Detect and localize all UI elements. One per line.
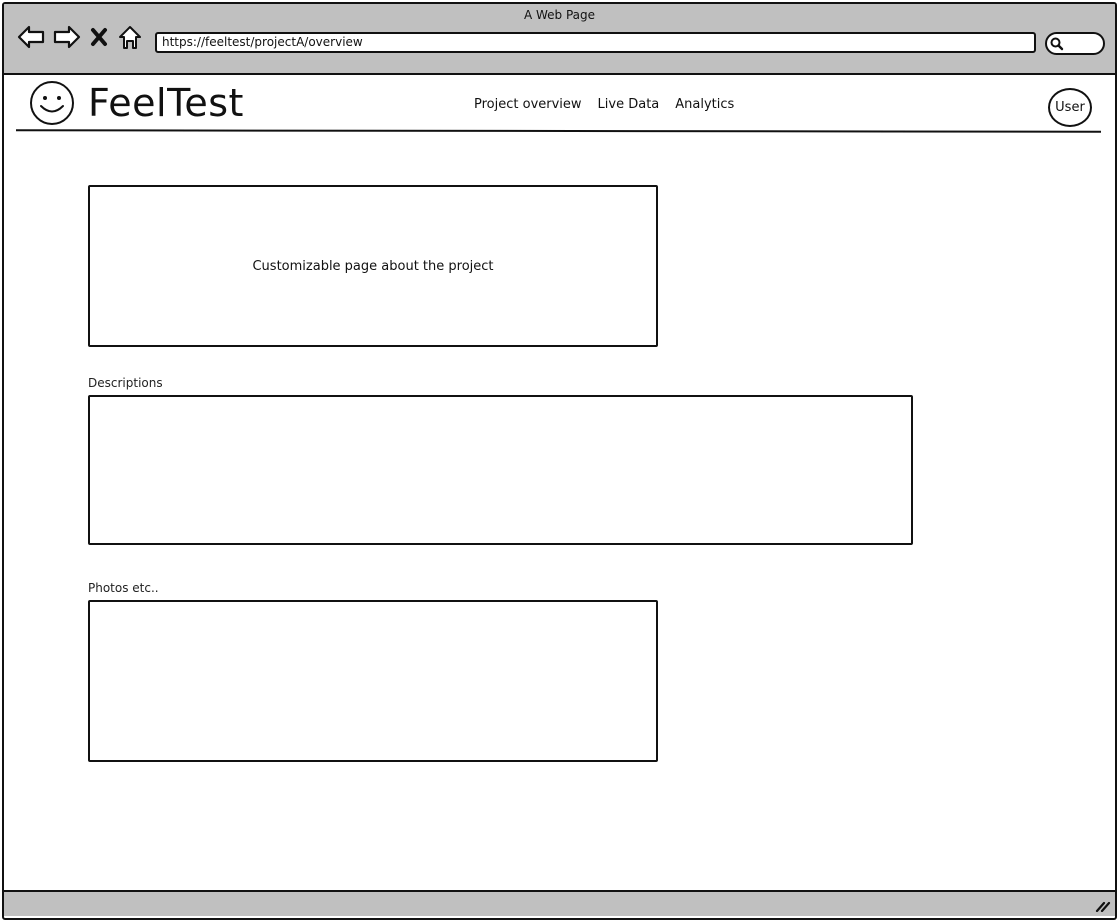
descriptions-label: Descriptions [88,376,163,390]
user-menu-button[interactable]: User [1048,88,1092,127]
back-arrow-icon[interactable] [16,22,46,52]
resize-grip-icon[interactable] [1095,898,1111,912]
main-nav: Project overview Live Data Analytics [474,97,734,112]
home-icon[interactable] [116,22,144,52]
photos-label: Photos etc.. [88,581,159,595]
status-bar [4,890,1115,916]
address-bar[interactable]: https://feeltest/projectA/overview [155,32,1036,53]
nav-analytics[interactable]: Analytics [675,97,734,112]
descriptions-panel [88,395,913,545]
window-title: A Web Page [523,8,596,22]
nav-project-overview[interactable]: Project overview [474,97,582,112]
browser-window: A Web Page https://feeltest/projectA/ove… [2,2,1117,920]
project-overview-panel: Customizable page about the project [88,185,658,347]
app-header: FeelTest Project overview Live Data Anal… [4,75,1115,137]
photos-panel [88,600,658,762]
smiley-face-icon [28,79,76,127]
browser-chrome: A Web Page https://feeltest/projectA/ove… [4,4,1115,75]
search-field[interactable] [1045,32,1105,55]
nav-live-data[interactable]: Live Data [598,97,660,112]
forward-arrow-icon[interactable] [52,22,82,52]
stop-x-icon[interactable] [88,22,110,52]
hero-text: Customizable page about the project [252,258,494,274]
search-icon [1050,37,1064,51]
brand-name: FeelTest [88,81,244,125]
